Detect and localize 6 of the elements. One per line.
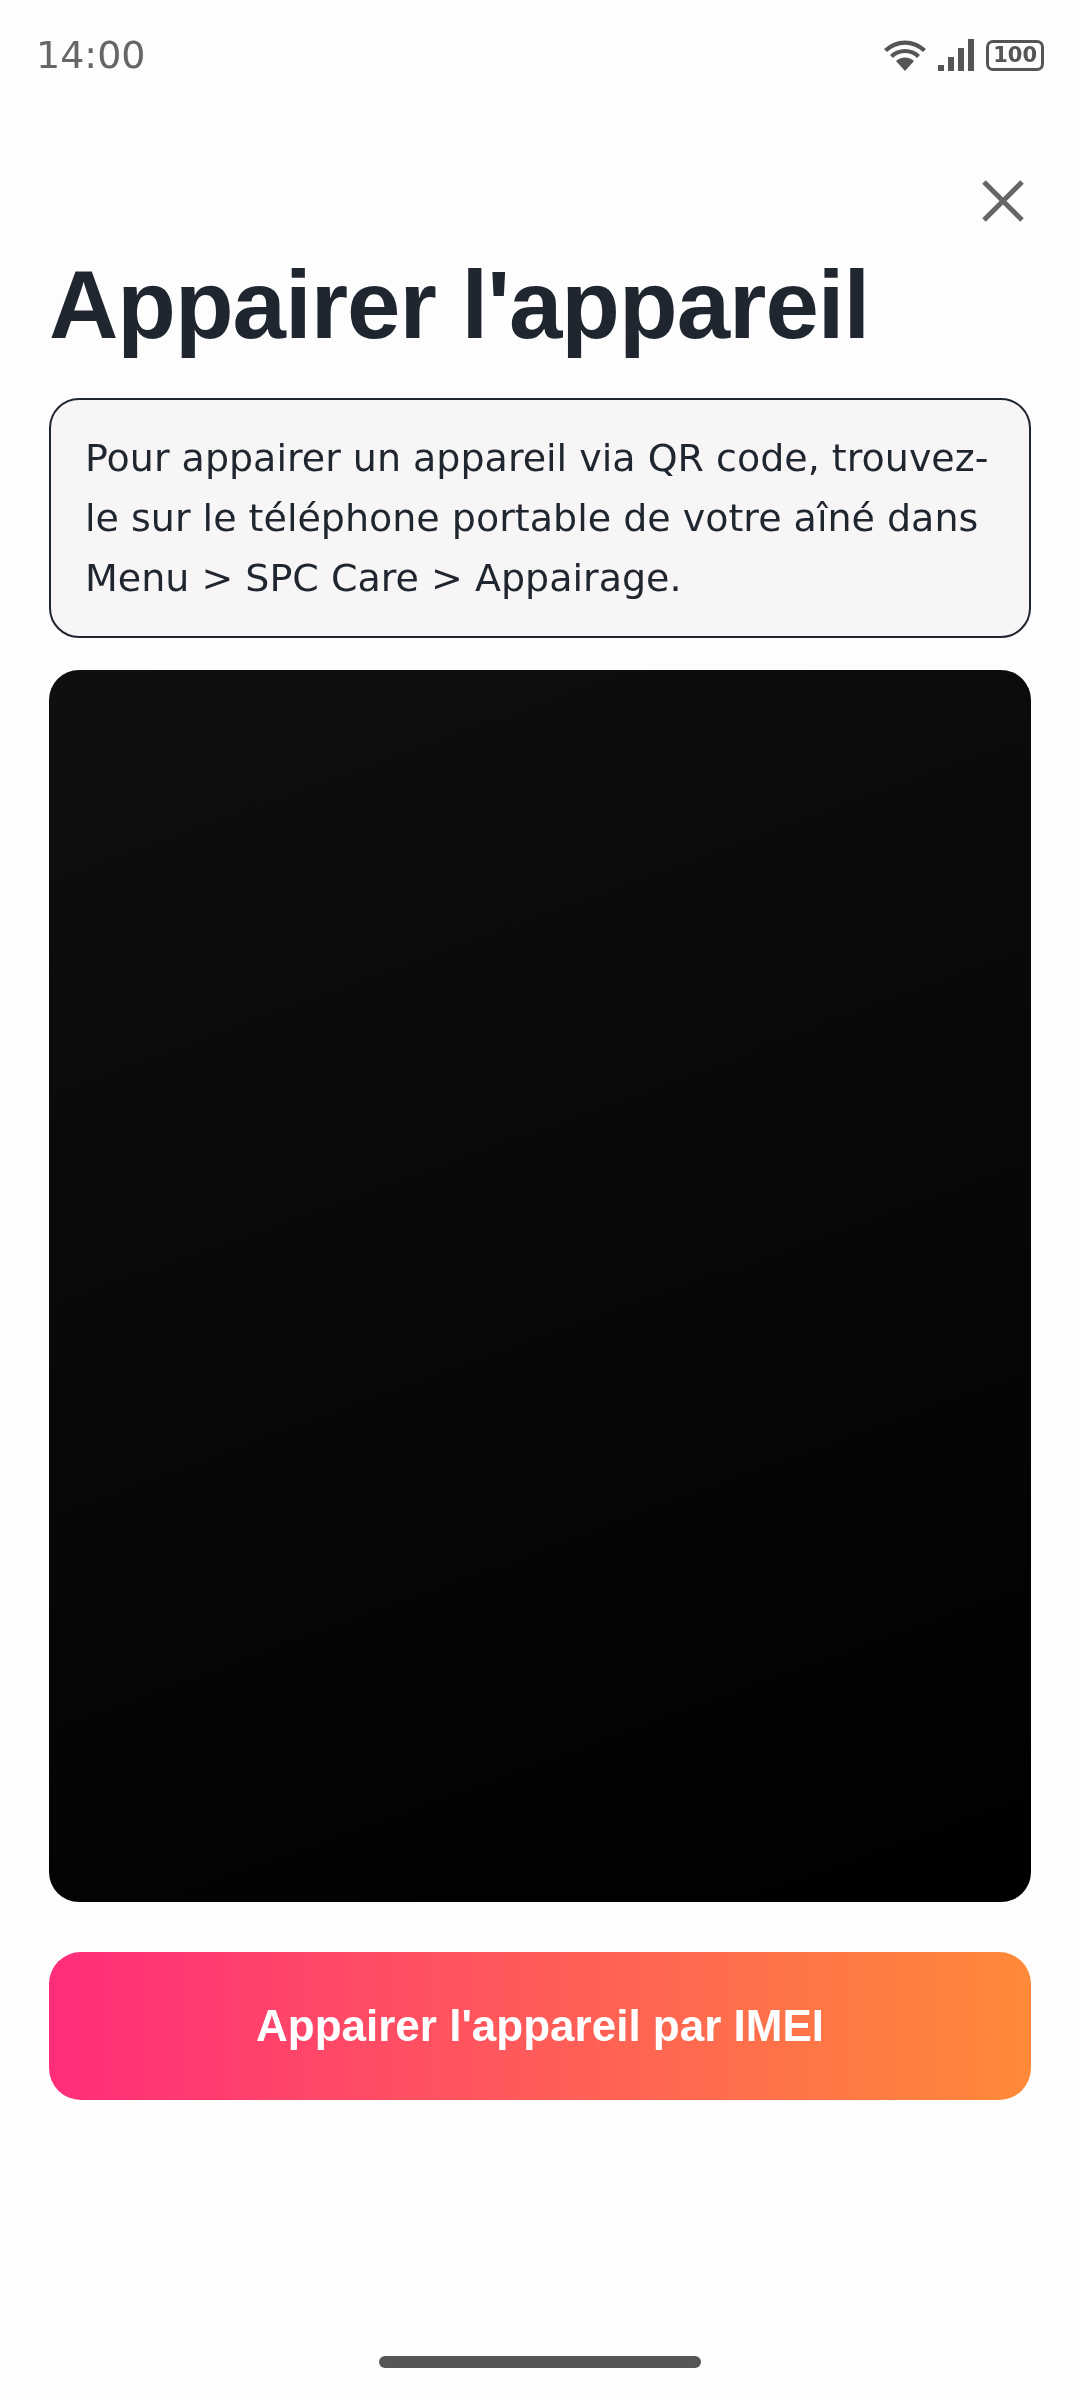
wifi-icon: [882, 37, 929, 73]
page-title: Appairer l'appareil: [49, 252, 871, 358]
status-time: 14:00: [36, 31, 146, 79]
pair-by-imei-button[interactable]: Appairer l'appareil par IMEI: [49, 1951, 1031, 2100]
battery-icon: 100: [986, 39, 1044, 71]
instructions-text: Pour appairer un appareil via QR code, trouvez-le sur le téléphone portable de votre aîné dans Menu > SPC Care > Appairage.: [49, 397, 1031, 638]
